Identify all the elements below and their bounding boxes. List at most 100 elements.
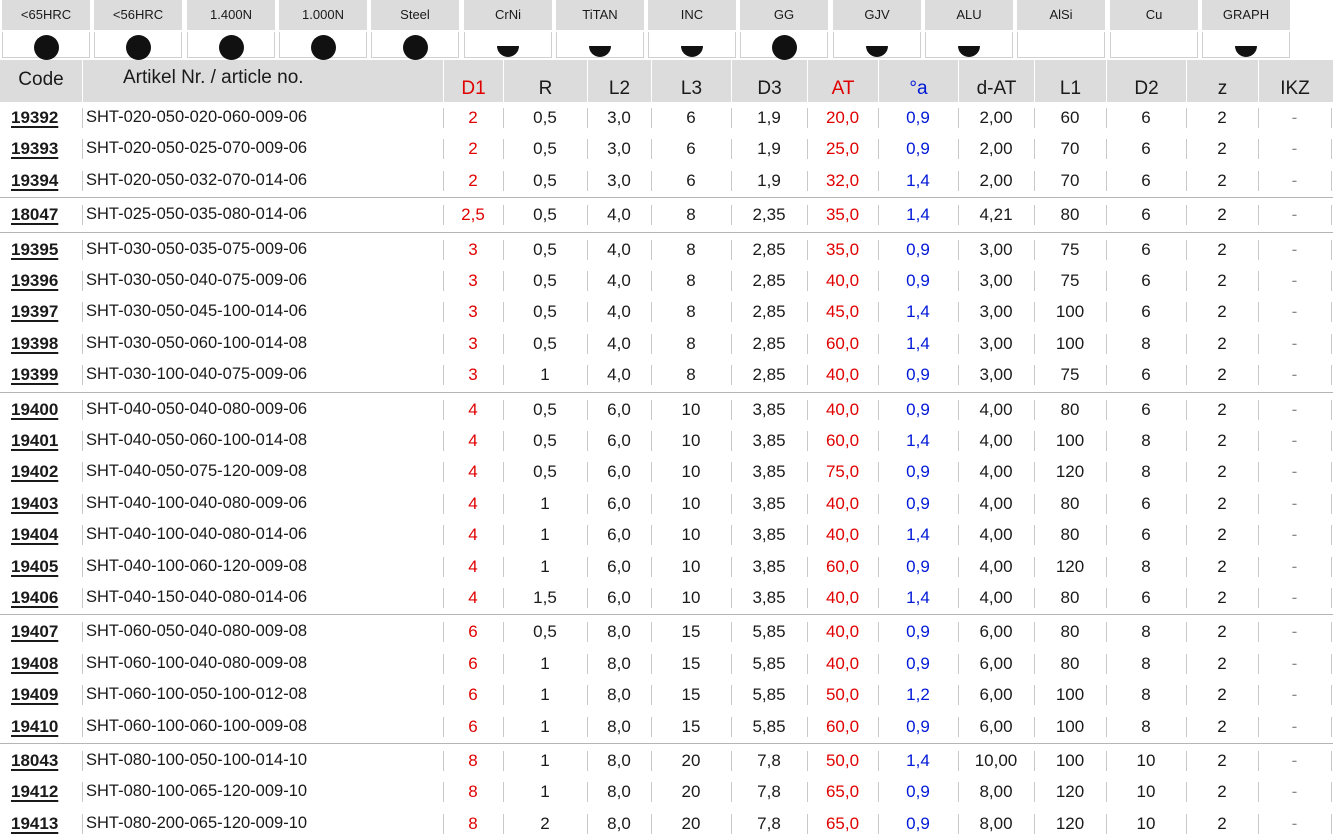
column-separator: [807, 557, 808, 577]
article-code-link[interactable]: 19398: [0, 328, 82, 359]
article-code-text[interactable]: 19404: [11, 525, 58, 544]
article-code-link[interactable]: 19413: [0, 808, 82, 839]
cell-at: 35,0: [825, 240, 860, 259]
cell-l1: 75: [1060, 365, 1080, 384]
article-code-link[interactable]: 19406: [0, 582, 82, 613]
cell-l1: 120: [1055, 782, 1085, 801]
article-code-link[interactable]: 18043: [0, 745, 82, 776]
cell-angle: 0,9: [906, 462, 930, 481]
column-separator: [878, 654, 879, 674]
cell-d3: 3,85: [752, 431, 786, 450]
article-code-text[interactable]: 19399: [11, 365, 58, 384]
article-code-text[interactable]: 19394: [11, 171, 58, 190]
column-separator: [958, 431, 959, 451]
article-code-text[interactable]: 19392: [11, 108, 58, 127]
cell-d1: 2: [468, 171, 478, 190]
column-separator: [958, 171, 959, 191]
article-code-link[interactable]: 19392: [0, 102, 82, 133]
article-code-link[interactable]: 19396: [0, 265, 82, 296]
article-code-text[interactable]: 19413: [11, 814, 58, 833]
group-divider: [0, 614, 1333, 615]
column-separator: [1034, 717, 1035, 737]
column-separator: [878, 717, 879, 737]
article-code-link[interactable]: 19394: [0, 165, 82, 196]
article-code-link[interactable]: 19405: [0, 551, 82, 582]
column-separator: [1106, 431, 1107, 451]
article-code-text[interactable]: 18047: [11, 205, 58, 224]
cell-l1: 80: [1060, 400, 1080, 419]
full-suitability-dot-icon: [218, 35, 244, 60]
cell-z: 2: [1217, 622, 1227, 641]
article-code-text[interactable]: 19410: [11, 717, 58, 736]
table-row: 19408 SHT-060-100-040-080-009-08 6 1 8,0 15 5,…: [0, 648, 1333, 679]
article-code-link[interactable]: 19404: [0, 519, 82, 550]
article-code-link[interactable]: 19401: [0, 425, 82, 456]
article-code-link[interactable]: 19409: [0, 679, 82, 710]
partial-suitability-half-dot-icon: [589, 46, 611, 57]
article-code-text[interactable]: 19398: [11, 334, 58, 353]
article-code-link[interactable]: 19408: [0, 648, 82, 679]
article-code-text[interactable]: 19393: [11, 139, 58, 158]
column-separator: [1186, 431, 1187, 451]
partial-suitability-half-dot-icon: [866, 46, 888, 57]
cell-dat: 2,00: [979, 171, 1013, 190]
cell-article: SHT-060-050-040-080-009-08: [86, 622, 308, 640]
cell-l3: 15: [681, 685, 701, 704]
article-code-link[interactable]: 19410: [0, 711, 82, 742]
article-code-text[interactable]: 19396: [11, 271, 58, 290]
article-code-text[interactable]: 19403: [11, 494, 58, 513]
cell-d2: 10: [1136, 751, 1156, 770]
article-code-text[interactable]: 19400: [11, 400, 58, 419]
column-separator: [82, 685, 83, 705]
cell-z: 2: [1217, 494, 1227, 513]
cell-ikz: -: [1291, 525, 1298, 544]
article-code-text[interactable]: 19395: [11, 240, 58, 259]
article-code-text[interactable]: 19402: [11, 462, 58, 481]
column-r: R: [503, 60, 587, 102]
cell-r: 0,5: [533, 334, 557, 353]
article-code-text[interactable]: 19397: [11, 302, 58, 321]
column-d2: D2: [1106, 60, 1186, 102]
cell-l2: 8,0: [607, 685, 631, 704]
article-code-text[interactable]: 19408: [11, 654, 58, 673]
article-code-text[interactable]: 19405: [11, 557, 58, 576]
article-code-text[interactable]: 19407: [11, 622, 58, 641]
column-separator: [587, 462, 588, 482]
article-code-text[interactable]: 19412: [11, 782, 58, 801]
article-code-link[interactable]: 19399: [0, 359, 82, 390]
column-separator: [731, 271, 732, 291]
cell-r: 1: [540, 751, 550, 770]
article-code-text[interactable]: 19406: [11, 588, 58, 607]
cell-d1: 6: [468, 654, 478, 673]
cell-d3: 1,9: [757, 171, 781, 190]
column-separator: [1331, 525, 1332, 545]
cell-d3: 2,85: [752, 334, 786, 353]
article-code-text[interactable]: 19401: [11, 431, 58, 450]
column-separator: [1186, 271, 1187, 291]
cell-l3: 8: [686, 271, 696, 290]
column-separator: [587, 494, 588, 514]
article-code-text[interactable]: 19409: [11, 685, 58, 704]
cell-d3: 5,85: [752, 717, 786, 736]
article-code-link[interactable]: 19395: [0, 234, 82, 265]
article-code-link[interactable]: 18047: [0, 199, 82, 230]
cell-d1: 3: [468, 365, 478, 384]
table-row: 19396 SHT-030-050-040-075-009-06 3 0,5 4,0 8 2…: [0, 265, 1333, 296]
column-separator: [1034, 751, 1035, 771]
article-code-link[interactable]: 19403: [0, 488, 82, 519]
article-code-link[interactable]: 19402: [0, 456, 82, 487]
cell-d2: 6: [1141, 108, 1151, 127]
column-separator: [1106, 365, 1107, 385]
cell-d1: 8: [468, 751, 478, 770]
article-code-text[interactable]: 18043: [11, 751, 58, 770]
cell-article: SHT-060-100-050-100-012-08: [86, 685, 308, 703]
column-separator: [82, 588, 83, 608]
article-code-link[interactable]: 19400: [0, 394, 82, 425]
cell-article: SHT-040-100-040-080-009-06: [86, 494, 308, 512]
column-separator: [878, 365, 879, 385]
article-code-link[interactable]: 19397: [0, 296, 82, 327]
article-code-link[interactable]: 19412: [0, 776, 82, 807]
article-code-link[interactable]: 19393: [0, 133, 82, 164]
article-code-link[interactable]: 19407: [0, 616, 82, 647]
column-separator: [731, 431, 732, 451]
